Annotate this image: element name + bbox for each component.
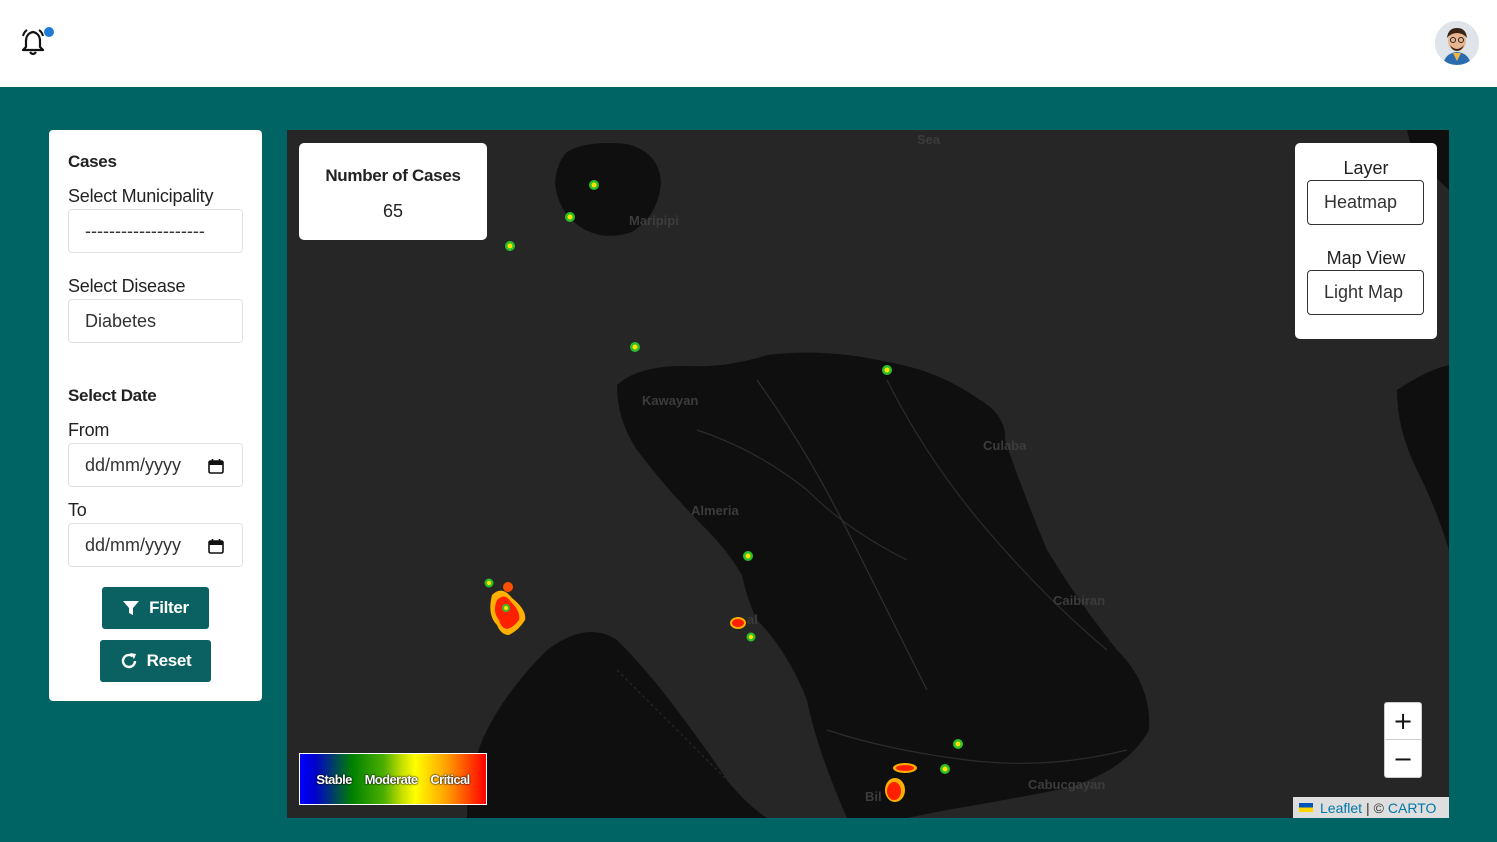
- map-container[interactable]: Sea Maripipi Kawayan Culaba Almeria Caib…: [287, 130, 1449, 818]
- carto-link[interactable]: CARTO: [1388, 800, 1437, 816]
- layer-control-card: Layer Heatmap Map View Light Map: [1295, 143, 1437, 339]
- attribution-separator: | ©: [1366, 799, 1384, 816]
- heat-point: [589, 180, 599, 190]
- disease-select[interactable]: Diabetes: [68, 299, 243, 343]
- layer-label: Layer: [1343, 158, 1389, 178]
- avatar[interactable]: [1435, 21, 1479, 65]
- map-view-select[interactable]: Light Map: [1307, 270, 1424, 315]
- zoom-control: + −: [1384, 702, 1422, 778]
- from-date-input[interactable]: dd/mm/yyyy: [68, 443, 243, 487]
- legend-stable: Stable: [316, 771, 352, 787]
- heatmap-legend: Stable Moderate Critical: [299, 753, 487, 805]
- layer-value: Heatmap: [1324, 192, 1398, 212]
- heat-cluster: [484, 578, 526, 635]
- disease-label: Select Disease: [68, 276, 186, 296]
- filter-panel: Cases Select Municipality --------------…: [49, 130, 262, 701]
- cases-title: Cases: [68, 152, 117, 171]
- filter-icon: [123, 601, 140, 615]
- refresh-icon: [121, 653, 136, 669]
- filter-button[interactable]: Filter: [102, 587, 209, 629]
- cases-count-title: Number of Cases: [325, 166, 461, 185]
- disease-value: Diabetes: [85, 310, 157, 331]
- to-date-value: dd/mm/yyyy: [85, 534, 182, 555]
- map-attribution: Leaflet | © CARTO: [1293, 797, 1449, 818]
- heat-point: [565, 212, 575, 222]
- to-label: To: [68, 500, 87, 520]
- heat-point: [940, 764, 950, 774]
- municipality-label: Select Municipality: [68, 186, 214, 206]
- filter-label: Filter: [149, 598, 189, 617]
- reset-label: Reset: [146, 651, 192, 670]
- heat-point: [630, 342, 640, 352]
- municipality-value: --------------------: [85, 220, 205, 241]
- calendar-icon[interactable]: [208, 458, 224, 474]
- legend-critical: Critical: [430, 771, 470, 787]
- legend-moderate: Moderate: [364, 771, 419, 787]
- map-view-value: Light Map: [1324, 282, 1404, 302]
- calendar-icon[interactable]: [208, 538, 224, 554]
- cases-count-value: 65: [382, 201, 404, 221]
- heat-point: [953, 739, 963, 749]
- heat-cluster: [730, 617, 756, 642]
- user-avatar-icon: [1435, 21, 1479, 65]
- heat-cluster: [885, 763, 917, 802]
- ukraine-flag-icon: [1299, 803, 1313, 812]
- municipality-select[interactable]: --------------------: [68, 209, 243, 253]
- top-bar: [0, 0, 1497, 87]
- leaflet-link[interactable]: Leaflet: [1320, 800, 1362, 816]
- heat-point: [743, 551, 753, 561]
- notification-dot-icon: [44, 27, 54, 37]
- date-title: Select Date: [68, 386, 157, 405]
- to-date-input[interactable]: dd/mm/yyyy: [68, 523, 243, 567]
- reset-button[interactable]: Reset: [100, 640, 211, 682]
- layer-select[interactable]: Heatmap: [1307, 180, 1424, 225]
- from-date-value: dd/mm/yyyy: [85, 454, 182, 475]
- heat-point: [882, 365, 892, 375]
- heat-point: [505, 241, 515, 251]
- zoom-in-button[interactable]: +: [1385, 703, 1421, 740]
- cases-count-card: Number of Cases 65: [299, 143, 487, 240]
- zoom-out-button[interactable]: −: [1385, 740, 1421, 777]
- from-label: From: [68, 420, 110, 440]
- map-view-label: Map View: [1326, 248, 1406, 268]
